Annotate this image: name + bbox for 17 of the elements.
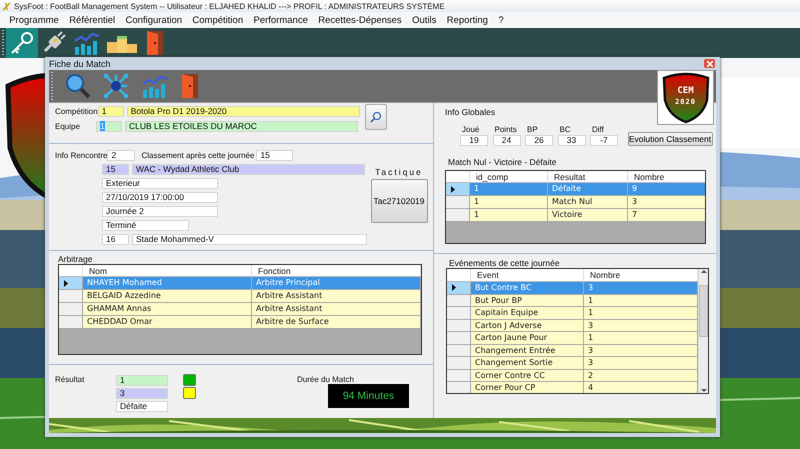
key-icon xyxy=(9,31,35,55)
menu-item[interactable]: Configuration xyxy=(120,14,188,26)
toolbar-button[interactable] xyxy=(6,28,38,58)
menu-item[interactable]: Reporting xyxy=(442,14,494,26)
podium-icon xyxy=(107,33,137,53)
menu-item[interactable]: Outils xyxy=(406,14,442,26)
bar-chart-icon xyxy=(73,31,101,55)
menu-item[interactable]: ? xyxy=(493,14,509,26)
plug-icon xyxy=(41,31,67,55)
menu-item[interactable]: Recettes-Dépenses xyxy=(313,14,407,26)
door-icon xyxy=(146,30,164,56)
menu-item[interactable]: Programme xyxy=(4,14,64,26)
menu-item[interactable]: Performance xyxy=(248,14,314,26)
menu-item[interactable]: Compétition xyxy=(187,14,248,26)
menu-item[interactable]: Référentiel xyxy=(64,14,120,26)
window-title: SysFoot : FootBall Management System -- Utilisateur : ELJAHED KHALID ---> PROFIL : ADMINISTRATEURS SYSTÈME xyxy=(14,2,445,10)
app-icon xyxy=(2,2,11,10)
